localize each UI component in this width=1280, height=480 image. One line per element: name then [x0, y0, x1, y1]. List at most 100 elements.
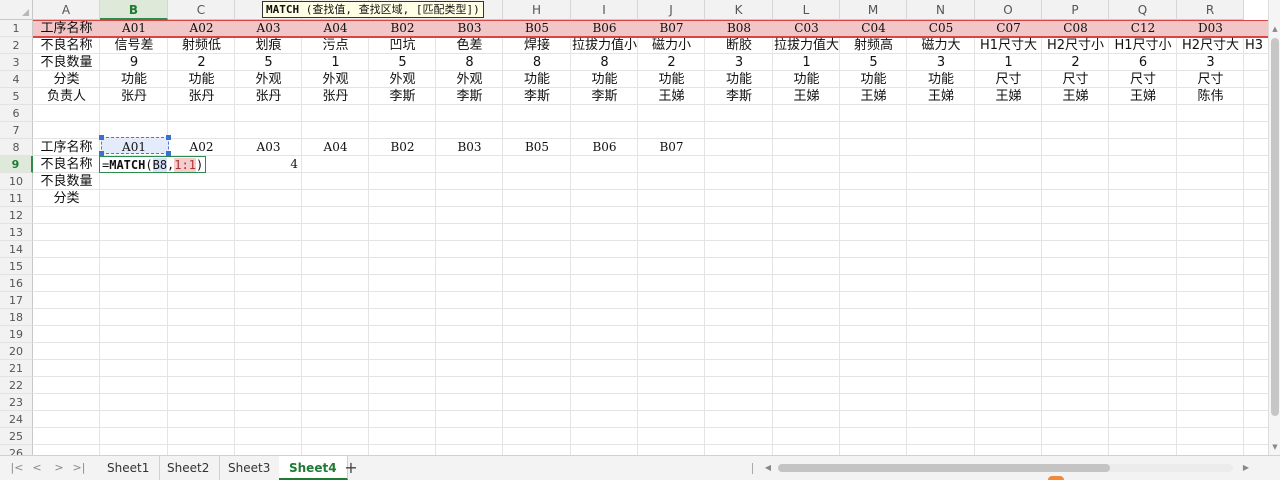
cell-a1[interactable]: 工序名称: [33, 20, 100, 37]
cell-i8[interactable]: B06: [571, 139, 638, 156]
cell-a11[interactable]: 分类: [33, 190, 100, 207]
column-header-q[interactable]: Q: [1109, 0, 1177, 20]
cell-a2[interactable]: 不良名称: [33, 37, 100, 54]
cell-r3[interactable]: 3: [1177, 54, 1244, 71]
cell-l1[interactable]: C03: [773, 20, 840, 37]
cell-d2[interactable]: 划痕: [235, 37, 302, 54]
cell-b4[interactable]: 功能: [100, 71, 168, 88]
cell-g5[interactable]: 李斯: [436, 88, 503, 105]
cell-n1[interactable]: C05: [907, 20, 975, 37]
cell-p4[interactable]: 尺寸: [1042, 71, 1109, 88]
cell-o2[interactable]: H1尺寸大: [975, 37, 1042, 54]
cell-b8[interactable]: A01: [100, 139, 168, 156]
scroll-down-icon[interactable]: ▼: [1270, 442, 1280, 452]
horizontal-scroll-thumb[interactable]: [778, 464, 1110, 472]
cell-o4[interactable]: 尺寸: [975, 71, 1042, 88]
cell-b5[interactable]: 张丹: [100, 88, 168, 105]
cell-k4[interactable]: 功能: [705, 71, 773, 88]
cell-l5[interactable]: 王娣: [773, 88, 840, 105]
row-header-11[interactable]: 11: [0, 190, 33, 207]
column-header-p[interactable]: P: [1042, 0, 1109, 20]
cell-j3[interactable]: 2: [638, 54, 705, 71]
cell-f5[interactable]: 李斯: [369, 88, 436, 105]
cell-n2[interactable]: 磁力大: [907, 37, 975, 54]
cell-r5[interactable]: 陈伟: [1177, 88, 1244, 105]
cell-e3[interactable]: 1: [302, 54, 369, 71]
row-header-5[interactable]: 5: [0, 88, 33, 105]
row-header-20[interactable]: 20: [0, 343, 33, 360]
row-header-22[interactable]: 22: [0, 377, 33, 394]
row-header-24[interactable]: 24: [0, 411, 33, 428]
column-header-m[interactable]: M: [840, 0, 907, 20]
cell-b2[interactable]: 信号差: [100, 37, 168, 54]
row-header-2[interactable]: 2: [0, 37, 33, 54]
cell-l4[interactable]: 功能: [773, 71, 840, 88]
cell-c8[interactable]: A02: [168, 139, 235, 156]
row-header-9[interactable]: 9: [0, 156, 33, 173]
cell-q2[interactable]: H1尺寸小: [1109, 37, 1177, 54]
next-sheet-icon[interactable]: >: [50, 460, 68, 476]
cell-e4[interactable]: 外观: [302, 71, 369, 88]
cell-i5[interactable]: 李斯: [571, 88, 638, 105]
cell-d9[interactable]: 4: [235, 156, 302, 173]
row-header-10[interactable]: 10: [0, 173, 33, 190]
cell-j4[interactable]: 功能: [638, 71, 705, 88]
cell-a3[interactable]: 不良数量: [33, 54, 100, 71]
cell-c2[interactable]: 射频低: [168, 37, 235, 54]
add-sheet-button[interactable]: +: [342, 457, 360, 479]
cell-f2[interactable]: 凹坑: [369, 37, 436, 54]
row-header-21[interactable]: 21: [0, 360, 33, 377]
cell-c4[interactable]: 功能: [168, 71, 235, 88]
cell-r4[interactable]: 尺寸: [1177, 71, 1244, 88]
cell-j5[interactable]: 王娣: [638, 88, 705, 105]
scroll-up-icon[interactable]: ▲: [1270, 24, 1280, 34]
cell-c3[interactable]: 2: [168, 54, 235, 71]
cell-h1[interactable]: B05: [503, 20, 571, 37]
cell-o5[interactable]: 王娣: [975, 88, 1042, 105]
column-header-b[interactable]: B: [100, 0, 168, 20]
cell-h5[interactable]: 李斯: [503, 88, 571, 105]
cell-g4[interactable]: 外观: [436, 71, 503, 88]
cell-s2-overflow[interactable]: H3: [1244, 37, 1266, 54]
cell-c5[interactable]: 张丹: [168, 88, 235, 105]
cell-h2[interactable]: 焊接: [503, 37, 571, 54]
cell-c1[interactable]: A02: [168, 20, 235, 37]
row-header-12[interactable]: 12: [0, 207, 33, 224]
cell-a5[interactable]: 负责人: [33, 88, 100, 105]
cell-d5[interactable]: 张丹: [235, 88, 302, 105]
cell-f3[interactable]: 5: [369, 54, 436, 71]
vertical-scroll-thumb[interactable]: [1271, 38, 1279, 416]
row-header-19[interactable]: 19: [0, 326, 33, 343]
cell-a8[interactable]: 工序名称: [33, 139, 100, 156]
spreadsheet-grid[interactable]: ABCDEFGHIJKLMNOPQR 123456789101112131415…: [0, 0, 1268, 455]
scroll-left-icon[interactable]: ◀: [762, 460, 774, 476]
cell-n5[interactable]: 王娣: [907, 88, 975, 105]
tab-sheet4[interactable]: Sheet4: [279, 456, 348, 480]
column-header-h[interactable]: H: [503, 0, 571, 20]
cell-a10[interactable]: 不良数量: [33, 173, 100, 190]
cell-d3[interactable]: 5: [235, 54, 302, 71]
row-header-26[interactable]: 26: [0, 445, 33, 455]
row-header-18[interactable]: 18: [0, 309, 33, 326]
row-header-7[interactable]: 7: [0, 122, 33, 139]
cell-j8[interactable]: B07: [638, 139, 705, 156]
column-header-i[interactable]: I: [571, 0, 638, 20]
cell-a9[interactable]: 不良名称: [33, 156, 100, 173]
formula-editor-b9[interactable]: =MATCH(B8,1:1): [99, 156, 207, 173]
row-header-14[interactable]: 14: [0, 241, 33, 258]
scroll-right-icon[interactable]: ▶: [1240, 460, 1252, 476]
cell-a4[interactable]: 分类: [33, 71, 100, 88]
cell-q5[interactable]: 王娣: [1109, 88, 1177, 105]
cell-g3[interactable]: 8: [436, 54, 503, 71]
cell-f1[interactable]: B02: [369, 20, 436, 37]
cell-d8[interactable]: A03: [235, 139, 302, 156]
cell-m4[interactable]: 功能: [840, 71, 907, 88]
row-header-8[interactable]: 8: [0, 139, 33, 156]
cell-i4[interactable]: 功能: [571, 71, 638, 88]
row-header-4[interactable]: 4: [0, 71, 33, 88]
cell-e8[interactable]: A04: [302, 139, 369, 156]
select-all-corner[interactable]: [0, 0, 33, 20]
cell-i3[interactable]: 8: [571, 54, 638, 71]
cell-g8[interactable]: B03: [436, 139, 503, 156]
row-header-1[interactable]: 1: [0, 20, 33, 37]
